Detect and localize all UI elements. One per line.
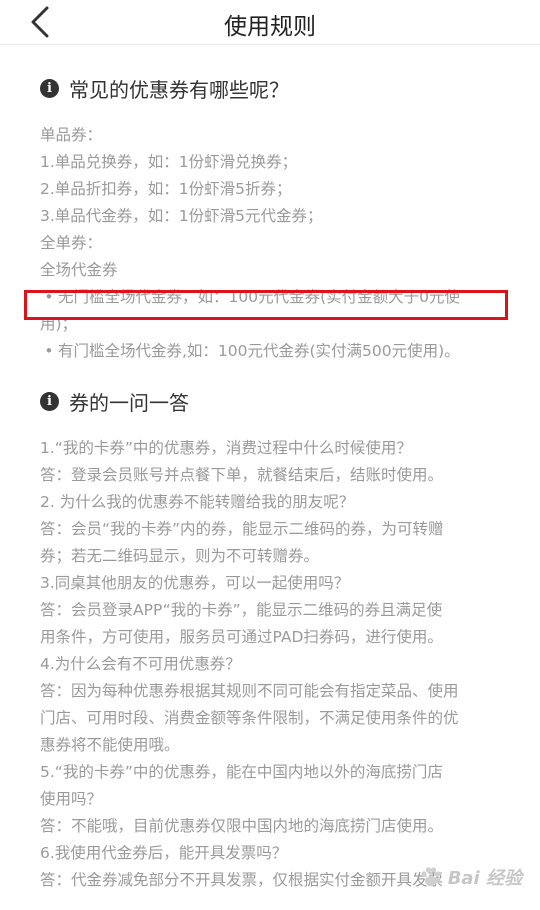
bullet-text: 有门槛全场代金券,如：100元代金券(实付满500元使用)。 [58, 342, 460, 360]
faq-line: 券；若无二维码显示，则为不可转赠券。 [40, 547, 320, 565]
faq-line: 1.“我的卡券”中的优惠券，消费过程中什么时候使用？ [40, 439, 412, 457]
page-title: 使用规则 [224, 14, 316, 40]
section-heading-coupons: i 常见的优惠券有哪些呢？ [40, 72, 510, 104]
faq-line: 惠券将不能使用哦。 [40, 736, 180, 754]
watermark: Bai 经验 [418, 864, 522, 890]
section-title: 常见的优惠券有哪些呢？ [69, 77, 289, 102]
text-line: 全单券： [40, 234, 103, 252]
nav-bar: 使用规则 [0, 0, 540, 45]
paw-logo-icon [421, 867, 441, 886]
text-line: 全场代金券 [40, 261, 118, 279]
list-item: • 无门槛全场代金券，如：100元代金券(实付金额大于0元使 [40, 284, 510, 311]
bullet-icon: • [44, 342, 54, 360]
text-line: 2.单品折扣券，如：1份虾滑5折券； [40, 180, 292, 198]
faq-line: 答：因为每种优惠券根据其规则不同可能会有指定菜品、使用 [40, 682, 459, 700]
faq-line: 门店、可用时段、消费金额等条件限制，不满足使用条件的优 [40, 709, 459, 727]
faq-line: 使用吗？ [40, 790, 103, 808]
section-title: 券的一问一答 [69, 390, 189, 415]
faq-line: 3.同桌其他朋友的优惠券，可以一起使用吗？ [40, 574, 350, 592]
bullet-icon: • [44, 288, 54, 306]
faq-line: 答：会员“我的卡券”内的券，能显示二维码的券，为可转赠 [40, 520, 444, 538]
watermark-text: Bai 经验 [447, 868, 522, 889]
info-icon: i [40, 78, 59, 98]
info-icon: i [40, 391, 59, 411]
faq-line: 答：会员登录APP“我的卡券”，能显示二维码的券且满足使 [40, 601, 443, 619]
text-line: 1.单品兑换券，如：1份虾滑兑换券； [40, 153, 298, 171]
bullet-text: 无门槛全场代金券，如：100元代金券(实付金额大于0元使 [58, 288, 460, 306]
faq-line: 5.“我的卡券”中的优惠券，能在中国内地以外的海底捞门店 [40, 763, 443, 781]
faq-line: 答：不能哦，目前优惠券仅限中国内地的海底捞门店使用。 [40, 817, 444, 835]
rules-content: i 常见的优惠券有哪些呢？ 单品券： 1.单品兑换券，如：1份虾滑兑换券； 2.… [40, 72, 510, 894]
text-line: 3.单品代金券，如：1份虾滑5元代金券； [40, 207, 323, 225]
text-line: 用)； [40, 315, 78, 333]
faq-line: 4.为什么会有不可用优惠券？ [40, 655, 241, 673]
section-heading-faq: i 券的一问一答 [40, 385, 510, 417]
faq-line: 用条件，方可使用，服务员可通过PAD扫券码，进行使用。 [40, 628, 443, 646]
list-item: • 有门槛全场代金券,如：100元代金券(实付满500元使用)。 [40, 338, 510, 365]
faq-line: 6.我使用代金券后，能开具发票吗？ [40, 844, 288, 862]
faq-line: 答：登录会员账号并点餐下单，就餐结束后，结账时使用。 [40, 466, 444, 484]
faq-line: 2. 为什么我的优惠券不能转赠给我的朋友呢？ [40, 493, 355, 511]
text-line: 单品券： [40, 126, 103, 144]
